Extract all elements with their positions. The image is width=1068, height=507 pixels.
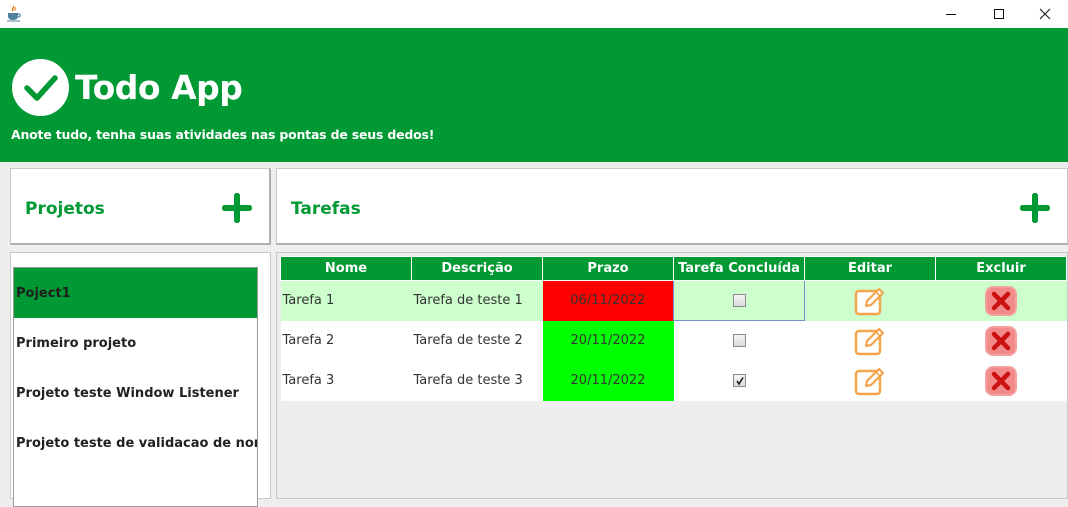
project-item-label: Poject1 xyxy=(16,285,71,301)
project-item[interactable]: Poject1 xyxy=(14,268,257,318)
close-icon xyxy=(1039,8,1051,20)
column-header-prazo[interactable]: Prazo xyxy=(542,256,674,281)
edit-icon[interactable] xyxy=(854,366,886,396)
delete-cell[interactable] xyxy=(935,360,1067,401)
task-done-checkbox[interactable] xyxy=(732,374,746,387)
column-header-nome[interactable]: Nome xyxy=(280,256,412,281)
add-task-button[interactable] xyxy=(1018,191,1052,225)
java-cup-icon xyxy=(6,5,22,22)
project-item[interactable]: Projeto teste de validacao de nome xyxy=(14,418,257,468)
close-button[interactable] xyxy=(1022,0,1068,28)
plus-icon xyxy=(1020,193,1050,223)
table-header-row: Nome Descrição Prazo Tarefa Concluída Ed… xyxy=(280,256,1067,281)
delete-cell[interactable] xyxy=(935,320,1067,361)
column-header-concluida[interactable]: Tarefa Concluída xyxy=(673,256,805,281)
task-description[interactable]: Tarefa de teste 3 xyxy=(411,360,543,401)
task-name[interactable]: Tarefa 1 xyxy=(280,280,412,321)
project-item-label: Projeto teste de validacao de nome xyxy=(16,435,257,451)
projects-panel: Poject1 Primeiro projeto Projeto teste W… xyxy=(10,252,271,507)
app-title: Todo App xyxy=(75,68,243,107)
project-item-label: Primeiro projeto xyxy=(16,335,137,351)
maximize-button[interactable] xyxy=(976,0,1022,28)
checkmark-icon xyxy=(735,377,744,386)
minimize-button[interactable] xyxy=(928,0,974,28)
table-row[interactable]: Tarefa 1 Tarefa de teste 1 06/11/2022 xyxy=(280,280,1067,321)
task-name[interactable]: Tarefa 3 xyxy=(280,360,412,401)
edit-cell[interactable] xyxy=(804,360,936,401)
task-done-checkbox[interactable] xyxy=(732,294,746,307)
task-deadline[interactable]: 06/11/2022 xyxy=(542,280,674,321)
tasks-title: Tarefas xyxy=(291,199,361,219)
column-header-editar[interactable]: Editar xyxy=(804,256,936,281)
task-done-checkbox[interactable] xyxy=(732,334,746,348)
edit-icon[interactable] xyxy=(854,326,886,356)
projects-header: Projetos xyxy=(10,168,271,245)
edit-cell[interactable] xyxy=(804,280,936,321)
plus-icon xyxy=(222,193,252,223)
task-deadline[interactable]: 20/11/2022 xyxy=(542,360,674,401)
tasks-table: Nome Descrição Prazo Tarefa Concluída Ed… xyxy=(280,256,1067,401)
projects-title: Projetos xyxy=(25,199,105,219)
minimize-icon xyxy=(946,14,956,15)
delete-cell[interactable] xyxy=(935,280,1067,321)
delete-icon[interactable] xyxy=(984,365,1018,397)
table-row[interactable]: Tarefa 2 Tarefa de teste 2 20/11/2022 xyxy=(280,320,1067,361)
project-item[interactable]: Primeiro projeto xyxy=(14,318,257,368)
tasks-header: Tarefas xyxy=(276,168,1068,245)
task-deadline[interactable]: 20/11/2022 xyxy=(542,320,674,361)
column-header-descricao[interactable]: Descrição xyxy=(411,256,543,281)
task-name[interactable]: Tarefa 2 xyxy=(280,320,412,361)
app-header: Todo App Anote tudo, tenha suas atividad… xyxy=(0,28,1068,162)
task-done-cell[interactable] xyxy=(673,280,805,321)
project-item[interactable]: Projeto teste Window Listener xyxy=(14,368,257,418)
projects-list[interactable]: Poject1 Primeiro projeto Projeto teste W… xyxy=(13,267,258,507)
window-titlebar xyxy=(0,0,1068,28)
column-header-excluir[interactable]: Excluir xyxy=(935,256,1067,281)
edit-cell[interactable] xyxy=(804,320,936,361)
add-project-button[interactable] xyxy=(220,191,254,225)
app-subtitle: Anote tudo, tenha suas atividades nas po… xyxy=(11,127,435,142)
task-description[interactable]: Tarefa de teste 2 xyxy=(411,320,543,361)
task-done-cell[interactable] xyxy=(673,320,805,361)
edit-icon[interactable] xyxy=(854,286,886,316)
task-done-cell[interactable] xyxy=(673,360,805,401)
delete-icon[interactable] xyxy=(984,325,1018,357)
delete-icon[interactable] xyxy=(984,285,1018,317)
check-circle-icon xyxy=(12,59,69,116)
tasks-panel: Nome Descrição Prazo Tarefa Concluída Ed… xyxy=(276,252,1068,499)
project-item-label: Projeto teste Window Listener xyxy=(16,385,239,401)
maximize-icon xyxy=(994,9,1004,19)
task-description[interactable]: Tarefa de teste 1 xyxy=(411,280,543,321)
table-row[interactable]: Tarefa 3 Tarefa de teste 3 20/11/2022 xyxy=(280,360,1067,401)
